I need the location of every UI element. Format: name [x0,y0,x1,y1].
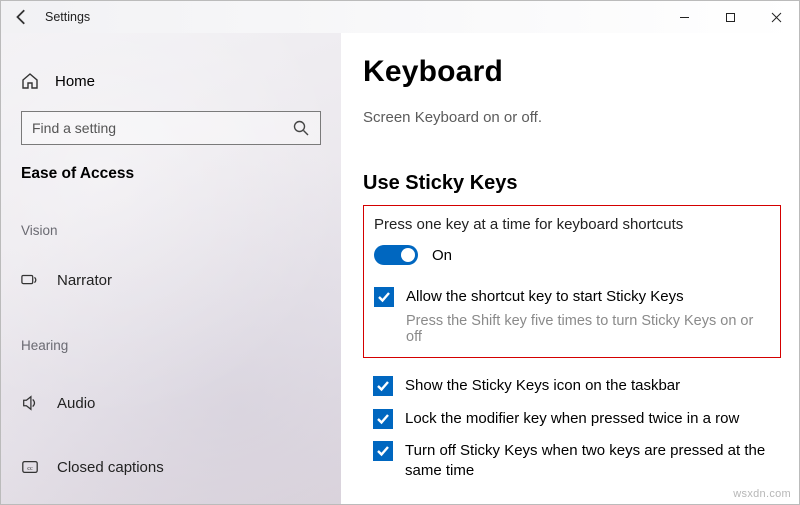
section-title: Use Sticky Keys [363,172,781,195]
checkbox-turnoff-two-keys[interactable] [373,441,393,461]
search-icon [292,119,310,137]
sidebar-item-narrator[interactable]: Narrator [21,260,321,300]
home-label: Home [55,73,95,90]
svg-text:cc: cc [27,465,33,472]
search-box[interactable] [21,111,321,145]
titlebar: Settings [1,1,799,33]
sidebar-item-label: Closed captions [57,459,164,476]
sidebar-item-audio[interactable]: Audio [21,383,321,423]
page-subtitle: Screen Keyboard on or off. [363,109,781,126]
narrator-icon [21,271,39,289]
main-content: Keyboard Screen Keyboard on or off. Use … [341,33,799,504]
close-button[interactable] [753,1,799,33]
highlight-box: Press one key at a time for keyboard sho… [363,205,781,358]
checkbox-hint: Press the Shift key five times to turn S… [406,313,766,345]
sticky-desc: Press one key at a time for keyboard sho… [374,216,766,233]
sidebar-item-closed-captions[interactable]: cc Closed captions [21,447,321,487]
minimize-button[interactable] [661,1,707,33]
search-input[interactable] [32,120,292,136]
sidebar: Home Ease of Access Vision Narrator Hear… [1,33,341,504]
home-icon [21,72,39,90]
audio-icon [21,394,39,412]
window-title: Settings [45,10,90,24]
group-hearing: Hearing [21,338,321,353]
sidebar-home[interactable]: Home [21,61,321,101]
checkbox-taskbar-icon[interactable] [373,376,393,396]
sidebar-category: Ease of Access [21,165,321,183]
group-vision: Vision [21,223,321,238]
watermark: wsxdn.com [733,488,791,500]
settings-window: Settings Home [0,0,800,505]
checkbox-lock-modifier[interactable] [373,409,393,429]
checkbox-label: Show the Sticky Keys icon on the taskbar [405,376,680,396]
sidebar-item-label: Audio [57,395,95,412]
page-title: Keyboard [363,55,781,89]
window-controls [661,1,799,33]
maximize-button[interactable] [707,1,753,33]
toggle-state: On [432,247,452,264]
checkbox-label: Turn off Sticky Keys when two keys are p… [405,441,781,482]
checkbox-allow-shortcut[interactable] [374,287,394,307]
back-icon[interactable] [13,8,31,26]
sticky-toggle[interactable] [374,245,418,265]
closed-captions-icon: cc [21,458,39,476]
checkbox-label: Allow the shortcut key to start Sticky K… [406,287,766,307]
checkbox-label: Lock the modifier key when pressed twice… [405,409,739,429]
sidebar-item-label: Narrator [57,272,112,289]
